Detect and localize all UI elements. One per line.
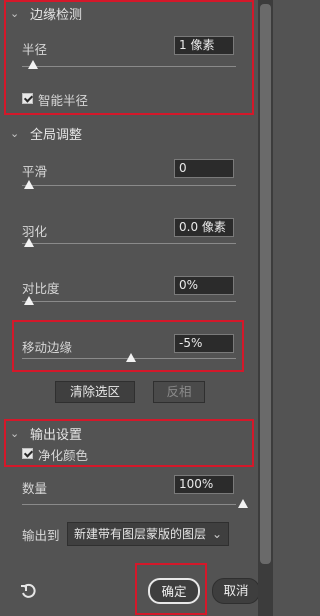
smooth-slider-track[interactable] (22, 185, 236, 186)
amount-label: 数量 (22, 481, 48, 496)
feather-field[interactable]: 0.0 像素 (174, 218, 234, 237)
contrast-field[interactable]: 0% (174, 276, 234, 295)
refine-edge-panel: ⌄ 边缘检测 半径 1 像素 智能半径 ⌄ 全局调整 平滑 0 羽化 0.0 像… (0, 0, 260, 616)
section-title: 全局调整 (30, 128, 83, 143)
output-to-select[interactable]: 新建带有图层蒙版的图层 ⌄ (67, 522, 229, 546)
reset-icon[interactable] (20, 583, 36, 599)
feather-slider-thumb[interactable] (24, 238, 34, 247)
amount-slider-thumb[interactable] (238, 499, 248, 508)
scrollbar[interactable] (258, 0, 273, 616)
amount-field[interactable]: 100% (174, 475, 234, 494)
section-global-adjust-header[interactable]: ⌄ 全局调整 (10, 124, 83, 144)
smooth-slider-thumb[interactable] (24, 180, 34, 189)
highlight-box-output-settings (4, 419, 254, 467)
amount-slider-track[interactable] (22, 504, 236, 505)
cancel-button[interactable]: 取消 (212, 578, 260, 604)
contrast-label: 对比度 (22, 281, 60, 296)
output-to-label: 输出到 (22, 528, 60, 543)
highlight-box-edge-detection (4, 0, 254, 115)
scrollbar-thumb[interactable] (260, 4, 271, 564)
smooth-label: 平滑 (22, 164, 48, 179)
invert-button[interactable]: 反相 (153, 381, 205, 403)
contrast-slider-track[interactable] (22, 301, 236, 302)
smooth-field[interactable]: 0 (174, 159, 234, 178)
chevron-down-icon: ⌄ (10, 126, 20, 140)
contrast-slider-thumb[interactable] (24, 296, 34, 305)
clear-selection-button[interactable]: 清除选区 (55, 381, 135, 403)
highlight-box-ok (135, 563, 207, 615)
chevron-down-icon: ⌄ (211, 527, 222, 541)
feather-slider-track[interactable] (22, 243, 236, 244)
highlight-box-shift-edge (12, 320, 244, 372)
output-to-value: 新建带有图层蒙版的图层 (74, 527, 207, 541)
